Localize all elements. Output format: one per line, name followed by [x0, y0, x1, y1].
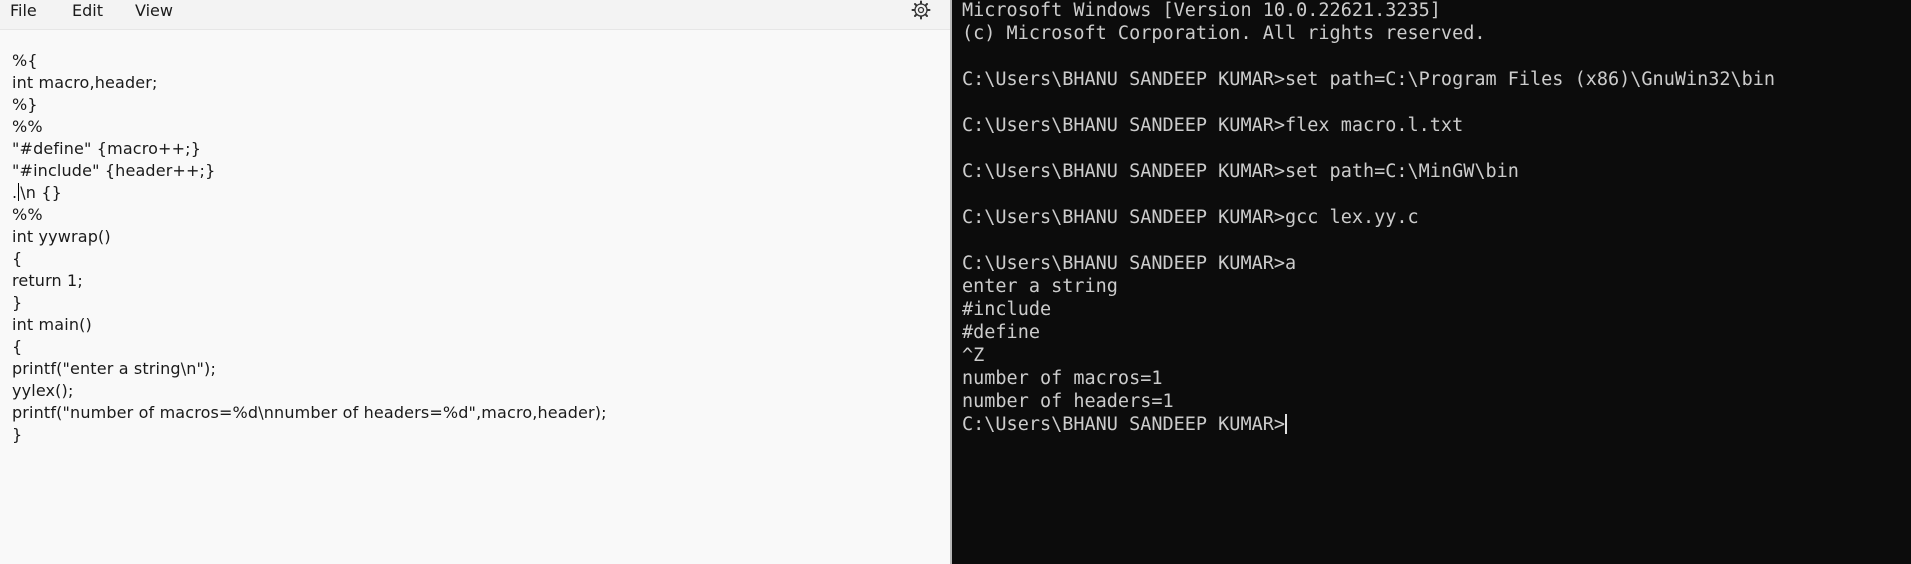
code-line: "#define" {macro++;}	[12, 139, 202, 158]
text-editor[interactable]: %{ int macro,header; %} %% "#define" {ma…	[12, 50, 932, 550]
gear-icon[interactable]	[911, 0, 931, 20]
code-line: "#include" {header++;}	[12, 161, 216, 180]
code-line: int main()	[12, 315, 92, 334]
code-line: %%	[12, 205, 43, 224]
terminal-line: C:\Users\BHANU SANDEEP KUMAR>flex macro.…	[962, 115, 1464, 136]
code-line-with-caret: . \n {}	[12, 182, 932, 204]
terminal-prompt: C:\Users\BHANU SANDEEP KUMAR>	[962, 414, 1286, 435]
code-line: int yywrap()	[12, 227, 111, 246]
terminal-cursor	[1285, 414, 1288, 434]
terminal-window[interactable]: Microsoft Windows [Version 10.0.22621.32…	[952, 0, 1911, 564]
terminal-line: C:\Users\BHANU SANDEEP KUMAR>gcc lex.yy.…	[962, 207, 1419, 228]
code-line: %%	[12, 117, 43, 136]
terminal-output: Microsoft Windows [Version 10.0.22621.32…	[962, 0, 1775, 436]
terminal-prompt-line[interactable]: C:\Users\BHANU SANDEEP KUMAR>	[962, 413, 1775, 436]
terminal-line: enter a string	[962, 276, 1118, 297]
terminal-line: #define	[962, 322, 1040, 343]
code-line: yylex();	[12, 381, 74, 400]
code-line: printf("number of macros=%d\nnumber of h…	[12, 403, 607, 422]
terminal-line: Microsoft Windows [Version 10.0.22621.32…	[962, 0, 1441, 21]
code-line: {	[12, 249, 23, 268]
terminal-line: #include	[962, 299, 1052, 320]
notepad-window: File Edit View %{ int macro,header; %} %…	[0, 0, 950, 564]
code-line: %{	[12, 51, 38, 70]
code-line: int macro,header;	[12, 73, 158, 92]
code-text: .	[12, 183, 18, 202]
terminal-line: C:\Users\BHANU SANDEEP KUMAR>set path=C:…	[962, 69, 1776, 90]
menu-bar: File Edit View	[0, 0, 950, 30]
menu-edit[interactable]: Edit	[72, 0, 103, 23]
code-line: return 1;	[12, 271, 83, 290]
menu-view[interactable]: View	[135, 0, 173, 23]
code-line: printf("enter a string\n");	[12, 359, 216, 378]
code-line: %}	[12, 95, 38, 114]
terminal-line: number of headers=1	[962, 391, 1174, 412]
terminal-line: C:\Users\BHANU SANDEEP KUMAR>set path=C:…	[962, 161, 1519, 182]
menu-file[interactable]: File	[10, 0, 37, 23]
terminal-line: C:\Users\BHANU SANDEEP KUMAR>a	[962, 253, 1297, 274]
code-line: }	[12, 425, 23, 444]
code-text: \n {}	[20, 183, 62, 202]
terminal-line: (c) Microsoft Corporation. All rights re…	[962, 23, 1486, 44]
terminal-line: number of macros=1	[962, 368, 1163, 389]
code-line: }	[12, 293, 23, 312]
code-line: {	[12, 337, 23, 356]
terminal-line: ^Z	[962, 345, 985, 366]
